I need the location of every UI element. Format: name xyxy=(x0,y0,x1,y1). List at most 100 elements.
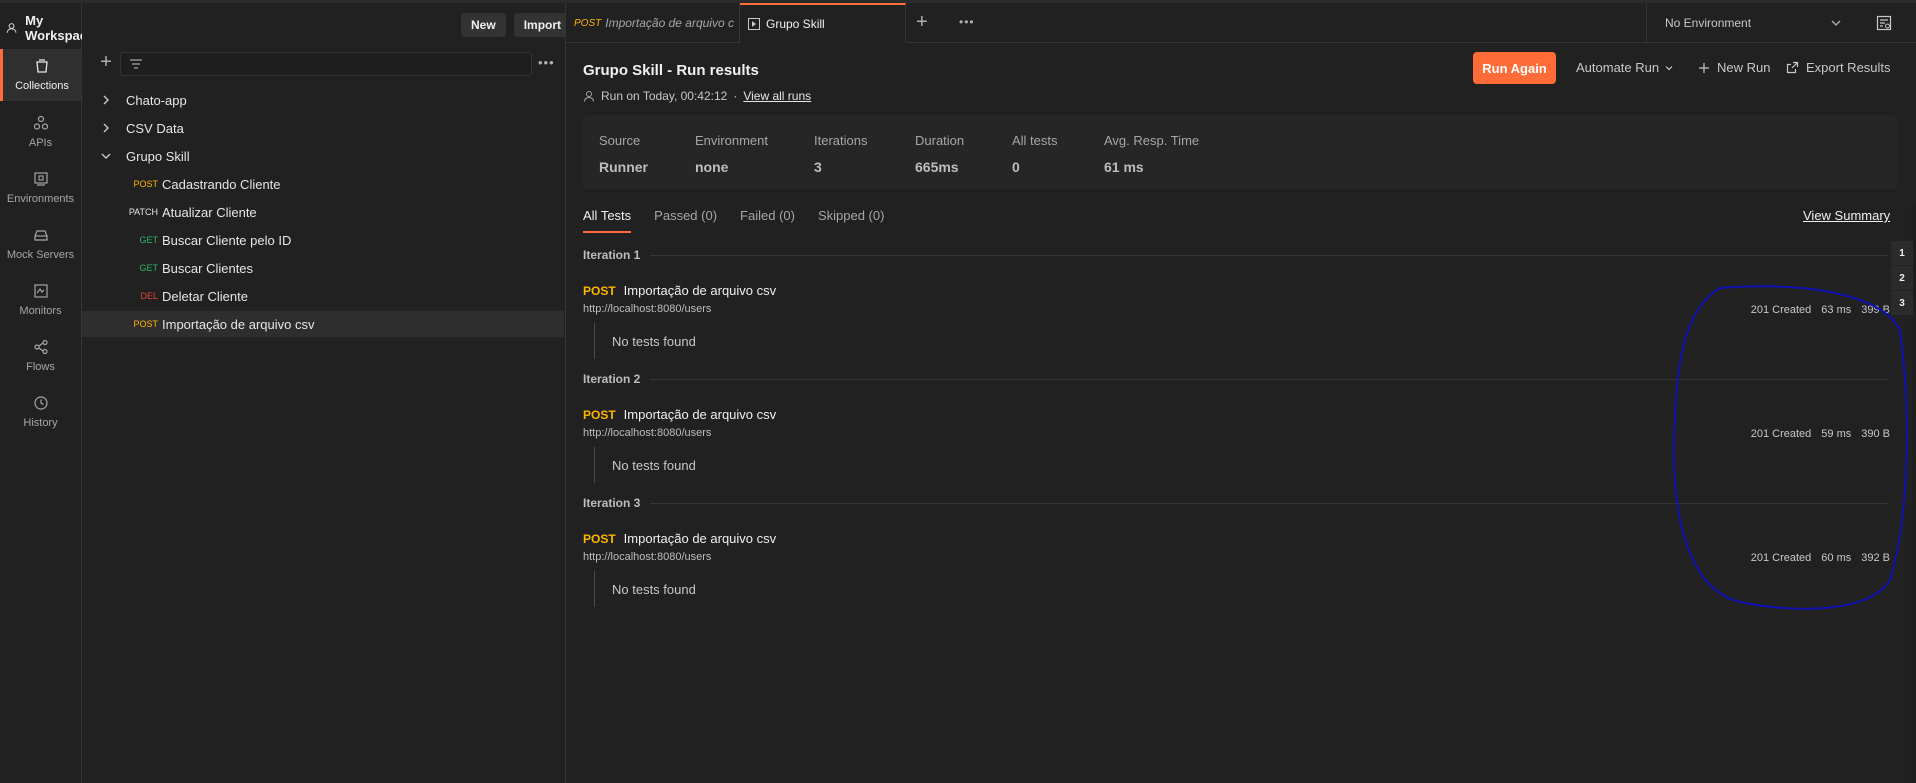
environment-quick-look-icon[interactable] xyxy=(1876,15,1892,31)
import-button[interactable]: Import xyxy=(513,13,572,37)
request-name: Buscar Cliente pelo ID xyxy=(162,232,292,248)
response-stats: 201 Created 60 ms 392 B xyxy=(1751,552,1890,564)
tab-bar: POST Importação de arquivo c Grupo Skill… xyxy=(566,3,1916,43)
request-name: Importação de arquivo csv xyxy=(623,283,777,298)
user-icon xyxy=(584,91,594,102)
request-item[interactable]: POST Cadastrando Cliente xyxy=(82,171,564,197)
tab-request[interactable]: POST Importação de arquivo c xyxy=(566,3,740,43)
response-status: 201 Created xyxy=(1750,428,1812,440)
rail-label: Mock Servers xyxy=(6,249,75,261)
meta-separator: · xyxy=(733,89,738,103)
filter-icon xyxy=(130,59,142,69)
request-method: GET xyxy=(139,263,158,273)
page-title: Grupo Skill - Run results xyxy=(583,62,759,79)
iteration-nav-item[interactable]: 3 xyxy=(1891,291,1913,315)
export-results-button[interactable]: Export Results xyxy=(1786,60,1891,75)
rail-item-monitors[interactable]: Monitors xyxy=(0,274,81,326)
request-result[interactable]: POST Importação de arquivo csv xyxy=(583,283,776,298)
run-timestamp: Run on Today, 00:42:12 xyxy=(601,89,728,103)
mock-servers-icon xyxy=(33,230,48,241)
rail-label: Collections xyxy=(15,80,69,92)
left-rail: My Workspace Collections APIs Environmen… xyxy=(0,3,94,783)
request-item[interactable]: GET Buscar Cliente pelo ID xyxy=(82,227,564,253)
request-method: PATCH xyxy=(128,207,158,217)
export-label: Export Results xyxy=(1806,60,1891,75)
stat-label: Environment xyxy=(695,133,768,148)
collection-item[interactable]: Chato-app xyxy=(82,87,564,113)
iteration-title: Iteration 2 xyxy=(583,372,641,386)
chevron-right-icon xyxy=(103,95,109,105)
view-summary-link[interactable]: View Summary xyxy=(1803,208,1890,223)
tab-more-icon[interactable]: ••• xyxy=(959,15,975,29)
collection-filter-input[interactable] xyxy=(120,52,532,76)
rail-item-collections[interactable]: Collections xyxy=(0,49,81,101)
tab-method: POST xyxy=(574,17,602,29)
stat-label: Duration xyxy=(915,133,965,148)
response-time: 60 ms xyxy=(1821,552,1852,564)
view-all-runs-link[interactable]: View all runs xyxy=(743,89,811,103)
rail-item-environments[interactable]: Environments xyxy=(0,162,81,214)
tab-passed[interactable]: Passed (0) xyxy=(654,208,717,233)
response-size: 390 B xyxy=(1861,428,1890,440)
tab-failed[interactable]: Failed (0) xyxy=(740,208,795,233)
request-result[interactable]: POST Importação de arquivo csv xyxy=(583,407,776,422)
rail-item-history[interactable]: History xyxy=(0,386,81,438)
response-stats: 201 Created 59 ms 390 B xyxy=(1751,428,1890,440)
new-tab-button[interactable]: + xyxy=(916,11,928,34)
divider xyxy=(650,254,1888,256)
new-run-button[interactable]: New Run xyxy=(1698,60,1770,75)
environment-selector[interactable]: No Environment xyxy=(1646,3,1856,43)
request-method: POST xyxy=(583,283,616,298)
tab-title: Importação de arquivo c xyxy=(605,16,734,30)
tab-title: Grupo Skill xyxy=(766,17,825,31)
stat-avg-resp-time: Avg. Resp. Time 61 ms xyxy=(1104,133,1199,175)
request-item[interactable]: POST Importação de arquivo csv xyxy=(82,311,564,337)
tab-runner[interactable]: Grupo Skill xyxy=(740,3,906,43)
response-size: 399 B xyxy=(1861,304,1890,316)
environment-label: No Environment xyxy=(1665,16,1752,30)
iteration-title: Iteration 3 xyxy=(583,496,641,510)
request-name: Importação de arquivo csv xyxy=(162,316,315,332)
chevron-down-icon xyxy=(101,153,111,159)
request-item[interactable]: DEL Deletar Cliente xyxy=(82,283,564,309)
iteration-nav: 1 2 3 xyxy=(1891,241,1913,316)
request-url: http://localhost:8080/users xyxy=(583,427,712,439)
workspace-actions: New Import xyxy=(461,13,572,37)
stat-source: Source Runner xyxy=(599,133,648,175)
request-result[interactable]: POST Importação de arquivo csv xyxy=(583,531,776,546)
rail-label: APIs xyxy=(28,137,53,149)
divider xyxy=(650,502,1888,504)
collection-item[interactable]: Grupo Skill xyxy=(82,143,564,169)
run-again-button[interactable]: Run Again xyxy=(1473,52,1556,84)
response-time: 59 ms xyxy=(1821,428,1852,440)
iteration-header: Iteration 3 xyxy=(583,496,1888,510)
rail-label: Monitors xyxy=(19,305,62,317)
chevron-down-icon xyxy=(1831,20,1841,26)
stat-iterations: Iterations 3 xyxy=(814,133,867,175)
tests-result: No tests found xyxy=(594,323,894,359)
tab-all-tests[interactable]: All Tests xyxy=(583,208,632,233)
rail-item-flows[interactable]: Flows xyxy=(0,330,81,382)
iteration-nav-item[interactable]: 1 xyxy=(1891,241,1913,265)
rail-label: Environments xyxy=(6,193,75,205)
tab-skipped[interactable]: Skipped (0) xyxy=(818,208,884,233)
stat-value: 0 xyxy=(1012,159,1020,175)
request-item[interactable]: GET Buscar Clientes xyxy=(82,255,564,281)
request-item[interactable]: PATCH Atualizar Cliente xyxy=(82,199,564,225)
stat-value: 665ms xyxy=(915,159,959,175)
automate-run-dropdown[interactable]: Automate Run xyxy=(1576,60,1674,75)
environments-icon xyxy=(33,172,48,186)
collection-item[interactable]: CSV Data xyxy=(82,115,564,141)
iteration-nav-item[interactable]: 2 xyxy=(1891,266,1913,290)
divider xyxy=(650,378,1888,380)
collection-name: Chato-app xyxy=(126,92,187,108)
rail-item-mock-servers[interactable]: Mock Servers xyxy=(0,218,81,270)
request-name: Importação de arquivo csv xyxy=(623,531,777,546)
add-collection-button[interactable]: + xyxy=(96,52,116,73)
chevron-right-icon xyxy=(103,123,109,133)
user-icon xyxy=(6,23,17,33)
new-button[interactable]: New xyxy=(461,13,506,37)
rail-item-apis[interactable]: APIs xyxy=(0,106,81,158)
flows-icon xyxy=(33,339,48,355)
panel-more-icon[interactable]: ••• xyxy=(538,55,555,70)
